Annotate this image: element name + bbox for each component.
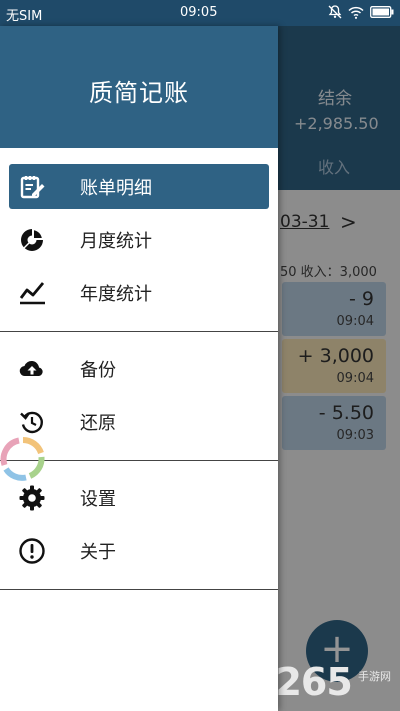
menu-item-label: 年度统计 — [80, 283, 152, 305]
app-title: 质简记账 — [89, 79, 189, 107]
battery-icon — [370, 6, 394, 18]
clock: 09:05 — [180, 5, 218, 20]
menu-item-monthly-stats[interactable]: 月度统计 — [0, 213, 278, 266]
menu-item-about[interactable]: 关于 — [0, 524, 278, 577]
line-chart-icon — [18, 279, 46, 307]
gear-icon — [18, 484, 46, 512]
menu-item-label: 月度统计 — [80, 230, 152, 252]
menu-group-records: 账单明细 月度统计 年度统计 — [0, 148, 278, 332]
drawer-header: 质简记账 — [0, 26, 278, 148]
watermark-subtext: 手游网 — [358, 670, 391, 683]
menu-item-label: 设置 — [80, 488, 116, 510]
wifi-icon — [348, 6, 364, 19]
menu-item-label: 备份 — [80, 359, 116, 381]
menu-item-label: 关于 — [80, 541, 116, 563]
pie-chart-icon — [18, 226, 46, 254]
menu-item-backup[interactable]: 备份 — [0, 342, 278, 395]
status-icons — [328, 5, 394, 19]
carrier-label: 无SIM — [6, 9, 43, 24]
mute-icon — [328, 5, 342, 19]
restore-icon — [18, 408, 46, 436]
loading-spinner-icon — [0, 437, 45, 481]
info-icon — [18, 537, 46, 565]
menu-item-bill-details[interactable]: 账单明细 — [9, 164, 269, 209]
menu-item-yearly-stats[interactable]: 年度统计 — [0, 266, 278, 319]
bill-edit-icon — [18, 173, 46, 201]
navigation-drawer: 质简记账 账单明细 月度统计 年度统计 备份 还原 设置 关于 — [0, 26, 278, 711]
menu-item-label: 账单明细 — [80, 177, 152, 199]
status-bar: 无SIM 09:05 — [0, 0, 400, 26]
cloud-upload-icon — [18, 355, 46, 383]
menu-item-label: 还原 — [80, 412, 116, 434]
